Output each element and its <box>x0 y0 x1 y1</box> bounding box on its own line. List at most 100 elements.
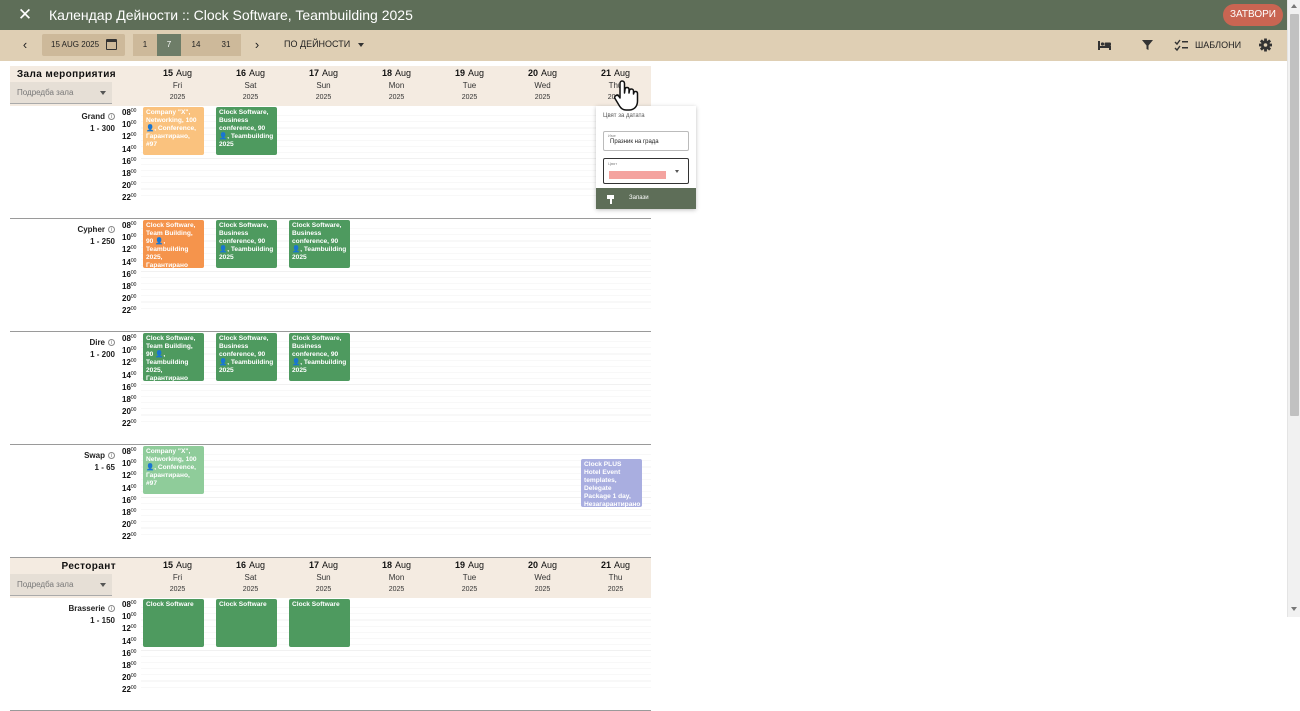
day-date: 18 Aug <box>360 560 433 570</box>
hour-minutes: 00 <box>130 245 137 252</box>
range-1-button[interactable]: 1 <box>133 34 157 56</box>
close-button[interactable]: ЗАТВОРИ <box>1223 4 1283 26</box>
hour-value: 16 <box>122 269 131 279</box>
event-block[interactable]: Company "X", Networking, 100 👤, Conferen… <box>143 107 204 155</box>
day-month: Aug <box>541 560 558 570</box>
hour-value: 20 <box>122 181 131 191</box>
close-icon[interactable]: ✕ <box>16 5 34 25</box>
hour-label: 2200 <box>122 684 142 696</box>
room-name-label: Brasserie <box>68 604 105 613</box>
hour-label: 1400 <box>122 370 142 382</box>
calendar-icon[interactable] <box>106 39 117 50</box>
day-month: Aug <box>614 560 631 570</box>
info-icon[interactable]: i <box>108 113 115 121</box>
hour-minutes: 00 <box>130 471 137 478</box>
checklist-icon[interactable] <box>1174 38 1189 52</box>
hour-label: 2000 <box>122 519 142 531</box>
hour-label: 1400 <box>122 483 142 495</box>
info-icon[interactable]: i <box>108 452 115 460</box>
day-year: 2025 <box>242 586 259 593</box>
day-date: 15 Aug <box>141 560 214 570</box>
room-name[interactable]: Grand i <box>81 112 115 121</box>
hour-value: 18 <box>122 394 131 404</box>
hour-minutes: 00 <box>130 306 137 313</box>
hour-label: 1400 <box>122 257 142 269</box>
day-year: 2025 <box>169 94 186 101</box>
hour-label: 1200 <box>122 357 142 369</box>
chevron-left-icon[interactable]: ‹ <box>18 38 32 52</box>
scroll-up-icon[interactable] <box>1291 4 1297 8</box>
day-header: 15 Aug Fri 2025 <box>141 558 214 593</box>
event-block[interactable]: Clock Software <box>289 599 350 647</box>
hour-minutes: 00 <box>130 407 137 414</box>
event-block[interactable]: Clock Software <box>143 599 204 647</box>
room-sort-select[interactable]: Подредба зала <box>10 574 112 596</box>
gear-icon[interactable] <box>1258 38 1273 52</box>
scroll-down-icon[interactable] <box>1291 607 1297 611</box>
bed-icon[interactable] <box>1097 38 1112 52</box>
info-icon[interactable]: i <box>108 339 115 347</box>
hour-minutes: 00 <box>130 132 137 139</box>
event-block[interactable]: Clock Software <box>216 599 277 647</box>
event-block[interactable]: Clock Software, Business conference, 90 … <box>216 220 277 268</box>
info-icon[interactable]: i <box>108 605 115 613</box>
room-row: Cypher i 1 - 250 0800 1000 1200 1400 1600 1800 20… <box>10 219 651 332</box>
day-of-week: Sun <box>316 81 331 90</box>
vertical-scrollbar[interactable] <box>1287 0 1300 617</box>
range-7-button[interactable]: 7 <box>157 34 181 56</box>
hour-value: 14 <box>122 144 131 154</box>
hour-minutes: 00 <box>130 520 137 527</box>
hour-label: 2200 <box>122 418 142 430</box>
date-name-field[interactable]: Име Празник на града <box>603 131 689 151</box>
event-block[interactable]: Clock Software, Business conference, 90 … <box>289 220 350 268</box>
date-picker[interactable]: 15 AUG 2025 <box>42 34 125 56</box>
day-date: 19 Aug <box>433 68 506 78</box>
event-block[interactable]: Clock Software, Business conference, 90 … <box>289 333 350 381</box>
hour-value: 20 <box>122 520 131 530</box>
event-block[interactable]: Clock Software, Team Building, 90 👤, Tea… <box>143 220 204 268</box>
room-name[interactable]: Brasserie i <box>69 604 115 613</box>
hour-label: 2200 <box>122 192 142 204</box>
day-header: 17 Aug Sun 2025 <box>287 558 360 593</box>
day-header: 19 Aug Tue 2025 <box>433 558 506 593</box>
range-14-button[interactable]: 14 <box>181 34 211 56</box>
event-block[interactable]: Clock Software, Team Building, 90 👤, Tea… <box>143 333 204 381</box>
save-button[interactable]: Запази <box>596 188 696 209</box>
scrollbar-thumb[interactable] <box>1290 14 1299 416</box>
hour-value: 10 <box>122 459 131 469</box>
day-number: 20 <box>527 68 538 78</box>
room-sort-select[interactable]: Подредба зала <box>10 82 112 104</box>
event-block[interactable]: Clock Software, Business conference, 90 … <box>216 107 277 155</box>
hour-label: 0800 <box>122 107 142 119</box>
hour-minutes: 00 <box>130 419 137 426</box>
hour-value: 10 <box>122 233 131 243</box>
popup-title: Цвят за датата <box>603 113 645 119</box>
event-block[interactable]: Clock PLUS Hotel Event templates, Delega… <box>581 459 642 507</box>
filter-icon[interactable] <box>1140 38 1155 52</box>
info-icon[interactable]: i <box>108 226 115 234</box>
room-name-label: Grand <box>81 112 105 121</box>
day-of-week: Tue <box>462 573 477 582</box>
room-name[interactable]: Dire i <box>89 338 115 347</box>
page-title: Календар Дейности :: Clock Software, Tea… <box>49 7 413 23</box>
range-31-button[interactable]: 31 <box>211 34 241 56</box>
day-number: 18 <box>381 560 392 570</box>
room-name[interactable]: Cypher i <box>77 225 115 234</box>
hour-label: 1400 <box>122 636 142 648</box>
save-label: Запази <box>629 195 649 201</box>
hour-label: 1000 <box>122 611 142 623</box>
chevron-right-icon[interactable]: › <box>250 38 264 52</box>
hour-value: 14 <box>122 483 131 493</box>
event-block[interactable]: Company "X", Networking, 100 👤, Conferen… <box>143 446 204 494</box>
day-of-week: Mon <box>388 81 405 90</box>
hour-minutes: 00 <box>130 269 137 276</box>
color-select[interactable]: Цвят <box>603 158 689 184</box>
activity-select[interactable]: ПО ДЕЙНОСТИ <box>284 39 365 49</box>
templates-button[interactable]: ШАБЛОНИ <box>1195 40 1241 50</box>
time-grid[interactable] <box>141 449 651 535</box>
event-block[interactable]: Clock Software, Business conference, 90 … <box>216 333 277 381</box>
hour-value: 08 <box>122 600 131 609</box>
room-name[interactable]: Swap i <box>84 451 115 460</box>
day-of-week: Fri <box>172 81 183 90</box>
hour-labels: 0800 1000 1200 1400 1600 1800 2000 2200 <box>122 220 142 318</box>
